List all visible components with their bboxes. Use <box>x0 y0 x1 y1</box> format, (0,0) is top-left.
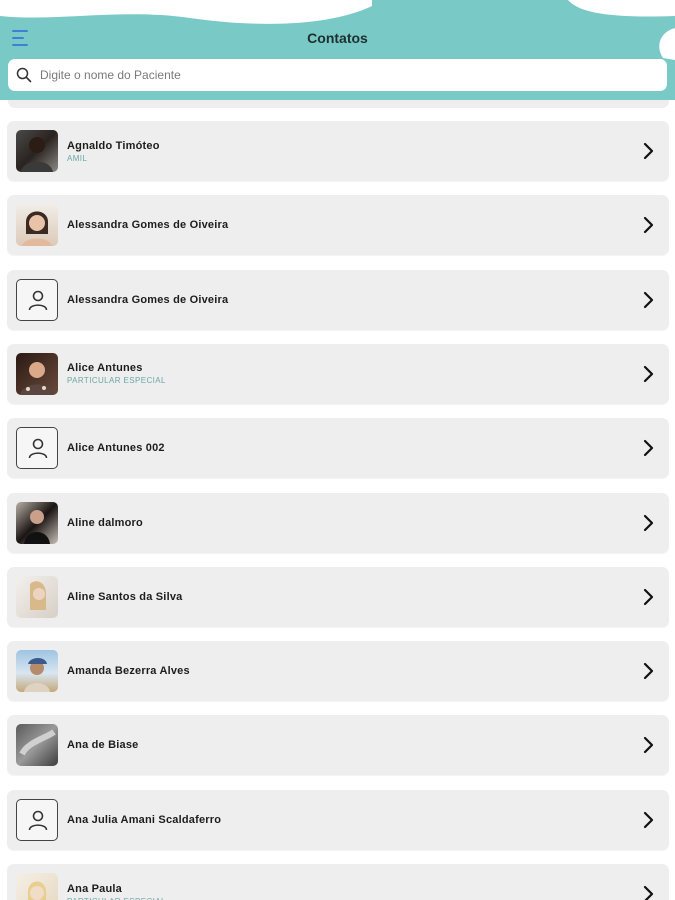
contact-info: Ana de Biase <box>67 715 138 775</box>
contact-list-item[interactable]: Amanda Bezerra Alves <box>7 641 669 702</box>
page-title: Contatos <box>307 30 368 46</box>
avatar <box>16 873 58 900</box>
chevron-right-icon <box>643 885 655 900</box>
avatar <box>16 575 58 618</box>
contact-name: Alessandra Gomes de Oiveira <box>67 293 229 306</box>
contact-name: Alice Antunes 002 <box>67 442 165 455</box>
contact-name: Alessandra Gomes de Oiveira <box>67 219 229 232</box>
contact-plan: AMIL <box>67 153 88 163</box>
contact-list-item[interactable]: Ana de Biase <box>7 715 669 776</box>
avatar <box>16 204 58 247</box>
contact-name: Aline dalmoro <box>67 516 143 529</box>
avatar <box>16 650 58 693</box>
default-avatar-icon <box>16 798 58 841</box>
chevron-right-icon <box>643 142 655 165</box>
avatar <box>16 724 58 767</box>
contact-info: Aline dalmoro <box>67 493 143 553</box>
chevron-right-icon <box>643 662 655 685</box>
chevron-right-icon <box>643 439 655 462</box>
chevron-right-icon <box>643 216 655 239</box>
app-header: Contatos <box>0 0 675 100</box>
default-avatar-icon <box>16 427 58 470</box>
chevron-right-icon <box>643 811 655 834</box>
avatar <box>16 352 58 395</box>
contact-info: Alessandra Gomes de Oiveira <box>67 195 228 255</box>
default-avatar-icon <box>16 278 58 321</box>
search-input[interactable] <box>38 67 667 83</box>
contact-list: Agnaldo Timóteo AMIL Alessandra Gomes de O… <box>0 100 675 900</box>
chevron-right-icon <box>643 514 655 537</box>
contact-info: Alice Antunes 002 <box>67 418 165 478</box>
contact-name: Ana Paula <box>67 882 122 895</box>
contact-list-item[interactable]: Alessandra Gomes de Oiveira <box>7 269 669 330</box>
contact-list-item[interactable]: Alessandra Gomes de Oiveira <box>7 195 669 256</box>
contact-list-item[interactable]: Agnaldo Timóteo AMIL <box>7 121 669 181</box>
contact-name: Ana Julia Amani Scaldaferro <box>67 813 222 826</box>
contact-info: Agnaldo Timóteo AMIL <box>67 121 160 181</box>
contact-list-item[interactable]: Aline dalmoro <box>7 492 669 553</box>
search-icon <box>16 67 32 83</box>
chevron-right-icon <box>643 291 655 314</box>
avatar <box>16 130 58 172</box>
avatar <box>16 501 58 544</box>
list-item-partial[interactable] <box>8 100 669 108</box>
contact-name: Ana de Biase <box>67 739 139 752</box>
contact-list-item[interactable]: Aline Santos da Silva <box>7 566 669 627</box>
contact-plan: PARTICULAR ESPECIAL <box>67 376 166 386</box>
contact-info: Aline Santos da Silva <box>67 567 182 627</box>
contact-name: Aline Santos da Silva <box>67 590 183 603</box>
contact-info: Ana Paula PARTICULAR ESPECIAL <box>67 864 166 900</box>
contact-info: Amanda Bezerra Alves <box>67 641 190 701</box>
search-bar[interactable] <box>8 59 667 91</box>
chevron-right-icon <box>643 365 655 388</box>
contact-list-item[interactable]: Ana Julia Amani Scaldaferro <box>7 789 669 850</box>
contact-info: Ana Julia Amani Scaldaferro <box>67 790 221 850</box>
chevron-right-icon <box>643 736 655 759</box>
chevron-right-icon <box>643 588 655 611</box>
contact-list-item[interactable]: Alice Antunes PARTICULAR ESPECIAL <box>7 343 669 404</box>
contact-list-item[interactable]: Ana Paula PARTICULAR ESPECIAL <box>7 864 669 900</box>
contact-info: Alessandra Gomes de Oiveira <box>67 270 228 330</box>
contact-name: Agnaldo Timóteo <box>67 139 160 152</box>
contact-info: Alice Antunes PARTICULAR ESPECIAL <box>67 344 166 404</box>
contact-list-item[interactable]: Alice Antunes 002 <box>7 418 669 479</box>
contact-plan: PARTICULAR ESPECIAL <box>67 897 166 900</box>
contact-name: Alice Antunes <box>67 362 143 375</box>
contact-name: Amanda Bezerra Alves <box>67 665 190 678</box>
